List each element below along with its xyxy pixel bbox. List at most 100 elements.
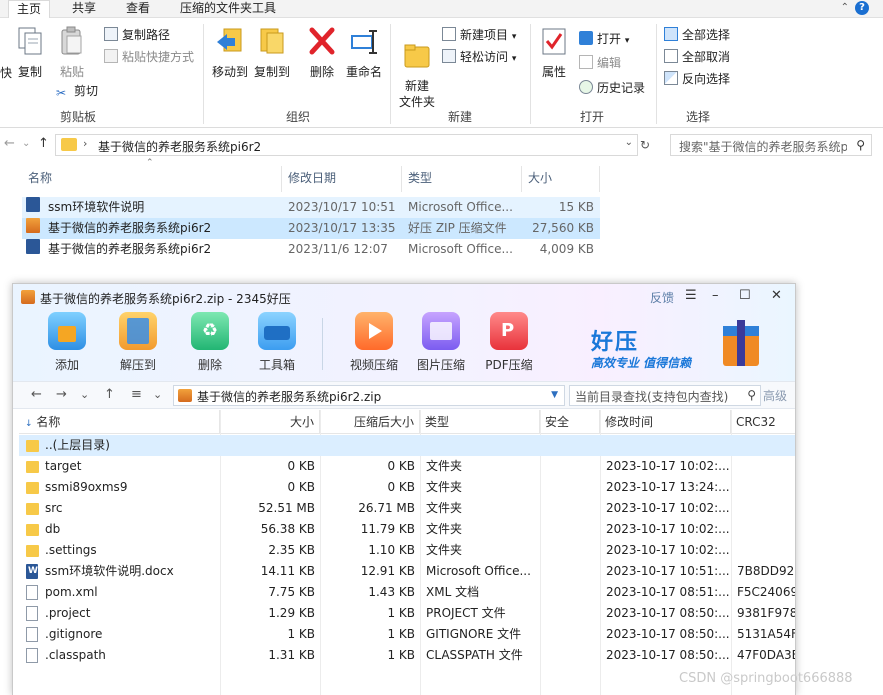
column-header-crc32[interactable]: CRC32 [731,410,795,434]
tab-view[interactable]: 查看 [118,0,158,18]
back-arrow-icon[interactable]: ← [4,136,15,151]
properties-button[interactable]: 属性 [538,26,570,80]
recent-dropdown-icon[interactable]: ⌄ [22,138,30,149]
column-header-packed-size[interactable]: 压缩后大小 [320,410,420,434]
delete-button[interactable]: 删除 [306,26,338,80]
search-icon[interactable]: ⚲ [856,138,865,152]
copy-icon [18,27,42,55]
open-button[interactable]: 打开 ▾ [579,30,629,48]
add-button[interactable]: 添加 [37,312,97,373]
archive-item-crc32: 5131A54F [737,627,795,641]
history-button[interactable]: 历史记录 [579,79,645,97]
pdf-compress-button[interactable]: P PDF压缩 [479,312,539,373]
copy-to-button[interactable]: 复制到 [252,26,292,80]
video-compress-button[interactable]: 视频压缩 [344,312,404,373]
rename-button[interactable]: 重命名 [344,26,384,80]
paste-button[interactable]: 粘贴 [56,26,88,80]
column-header-name-label: 名称 [36,415,61,429]
archive-item-crc32: 7B8DD928 [737,564,795,578]
column-header-type[interactable]: 类型 [420,410,540,434]
archive-path-box[interactable]: 基于微信的养老服务系统pi6r2.zip ▼ [173,385,565,406]
new-folder-button[interactable]: 新建 文件夹 [396,26,438,126]
archive-item-packed-size: 1 KB [387,627,415,641]
archive-row[interactable]: src 52.51 MB 26.71 MB 文件夹 2023-10-17 10:02:.… [19,498,795,519]
archive-row[interactable]: pom.xml 7.75 KB 1.43 KB XML 文档 2023-10-17 08… [19,582,795,603]
column-header-modified[interactable]: 修改时间 [600,410,731,434]
archive-row[interactable]: ..(上层目录) [19,435,795,456]
extract-to-button[interactable]: 解压到 [108,312,168,373]
tab-home[interactable]: 主页 [8,0,51,19]
select-all-button[interactable]: 全部选择 [664,26,730,44]
paste-shortcut-button[interactable]: 粘贴快捷方式 [104,48,194,66]
ribbon-collapse-icon[interactable]: ⌃ [841,2,849,13]
word-doc-icon [26,239,40,254]
tab-share[interactable]: 共享 [64,0,104,18]
archive-row[interactable]: ssmi89oxms9 0 KB 0 KB 文件夹 2023-10-17 13:24:.… [19,477,795,498]
file-row[interactable]: 基于微信的养老服务系统pi6r2 2023/11/6 12:07 Microso… [22,239,600,260]
pdf-compress-label: PDF压缩 [485,358,533,372]
archive-item-modified: 2023-10-17 10:02:... [606,522,730,536]
select-none-button[interactable]: 全部取消 [664,48,730,66]
column-header-size[interactable]: 大小 [220,410,320,434]
archive-item-modified: 2023-10-17 13:24:... [606,480,730,494]
archive-item-type: 文件夹 [426,522,463,536]
folder-icon [26,545,39,557]
refresh-icon[interactable]: ↻ [640,138,650,152]
copy-path-button[interactable]: 复制路径 [104,26,170,44]
archive-row[interactable]: .settings 2.35 KB 1.10 KB 文件夹 2023-10-17 10:… [19,540,795,561]
history-dropdown-icon[interactable]: ⌄ [80,388,89,401]
easy-access-button[interactable]: 轻松访问 ▾ [442,48,516,66]
column-header-date[interactable]: 修改日期 [282,166,402,192]
column-header-name[interactable]: 名称 [22,166,282,192]
file-row[interactable]: 基于微信的养老服务系统pi6r2 2023/10/17 13:35 好压 ZIP… [22,218,600,239]
help-icon[interactable]: ? [855,1,869,15]
select-none-icon [664,49,678,63]
back-arrow-icon[interactable]: ← [31,387,42,402]
advanced-search-link[interactable]: 高级 [763,387,787,404]
copy-button[interactable]: 复制 [14,26,46,80]
archive-search-input[interactable]: 当前目录查找(支持包内查找) ⚲ [569,385,761,406]
view-mode-dropdown-icon[interactable]: ⌄ [153,388,162,401]
cut-button[interactable]: ✂ 剪切 [56,82,98,100]
haozip-titlebar[interactable]: 基于微信的养老服务系统pi6r2.zip - 2345好压 反馈 ☰ – ☐ ✕ [13,284,795,310]
breadcrumb-chevron-icon[interactable]: › [83,137,87,150]
tab-compressed-tools[interactable]: 压缩的文件夹工具 [172,0,284,18]
archive-item-size: 0 KB [287,480,315,494]
up-arrow-icon[interactable]: ↑ [38,136,49,151]
invert-selection-button[interactable]: 反向选择 [664,70,730,88]
archive-row[interactable]: db 56.38 KB 11.79 KB 文件夹 2023-10-17 10:02:..… [19,519,795,540]
archive-item-name: src [45,501,63,515]
view-mode-icon[interactable]: ≡ [131,387,142,402]
address-dropdown-icon[interactable]: ⌄ [625,137,633,148]
address-box[interactable]: › 基于微信的养老服务系统pi6r2 ⌄ [55,134,638,156]
minimize-icon[interactable]: – [712,288,719,303]
menu-icon[interactable]: ☰ [685,288,697,303]
archive-item-crc32: 9381F978 [737,606,795,620]
new-item-icon [442,27,456,41]
move-to-button[interactable]: 移动到 [210,26,250,80]
archive-row[interactable]: .project 1.29 KB 1 KB PROJECT 文件 2023-10-17 … [19,603,795,624]
search-input[interactable]: 搜索"基于微信的养老服务系统pi6r2" ⚲ [670,134,872,156]
archive-row[interactable]: .gitignore 1 KB 1 KB GITIGNORE 文件 2023-10-17… [19,624,795,645]
column-header-type[interactable]: 类型 [402,166,522,192]
forward-arrow-icon[interactable]: → [56,387,67,402]
up-arrow-icon[interactable]: ↑ [104,387,115,402]
archive-row[interactable]: ssm环境软件说明.docx 14.11 KB 12.91 KB Microsoft … [19,561,795,582]
column-header-security[interactable]: 安全 [540,410,600,434]
path-dropdown-icon[interactable]: ▼ [551,390,558,400]
delete-archive-button[interactable]: ♻ 删除 [180,312,240,373]
maximize-icon[interactable]: ☐ [739,288,751,303]
edit-button[interactable]: 编辑 [579,54,621,72]
file-row[interactable]: ssm环境软件说明 2023/10/17 10:51 Microsoft Off… [22,197,600,218]
new-item-button[interactable]: 新建项目 ▾ [442,26,516,44]
archive-row[interactable]: target 0 KB 0 KB 文件夹 2023-10-17 10:02:... [19,456,795,477]
feedback-link[interactable]: 反馈 [650,289,674,306]
search-icon[interactable]: ⚲ [747,388,756,402]
image-compress-button[interactable]: 图片压缩 [411,312,471,373]
column-header-name[interactable]: ↓ 名称 [19,410,220,434]
new-folder-icon [404,44,430,68]
archive-row[interactable]: .classpath 1.31 KB 1 KB CLASSPATH 文件 2023-10… [19,645,795,666]
column-header-size[interactable]: 大小 [522,166,600,192]
toolbox-button[interactable]: 工具箱 [247,312,307,373]
close-icon[interactable]: ✕ [771,288,782,303]
